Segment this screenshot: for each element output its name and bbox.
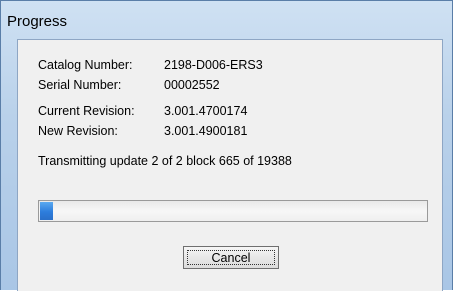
catalog-number-value: 2198-D006-ERS3 xyxy=(164,58,263,72)
new-revision-label: New Revision: xyxy=(38,124,118,138)
serial-number-value: 00002552 xyxy=(164,78,220,92)
new-revision-value: 3.001.4900181 xyxy=(164,124,248,138)
current-revision-label: Current Revision: xyxy=(38,104,135,118)
window-title: Progress xyxy=(7,13,68,30)
current-revision-value: 3.001.4700174 xyxy=(164,104,248,118)
progress-dialog: Progress Catalog Number: 2198-D006-ERS3 … xyxy=(0,0,453,291)
status-text: Transmitting update 2 of 2 block 665 of … xyxy=(38,154,292,168)
dialog-client-area: Catalog Number: 2198-D006-ERS3 Serial Nu… xyxy=(17,39,443,291)
progress-bar-fill xyxy=(40,202,53,220)
cancel-button[interactable]: Cancel xyxy=(183,246,279,269)
catalog-number-label: Catalog Number: xyxy=(38,58,133,72)
cancel-button-label: Cancel xyxy=(187,250,275,265)
serial-number-label: Serial Number: xyxy=(38,78,122,92)
progress-bar xyxy=(38,200,428,222)
